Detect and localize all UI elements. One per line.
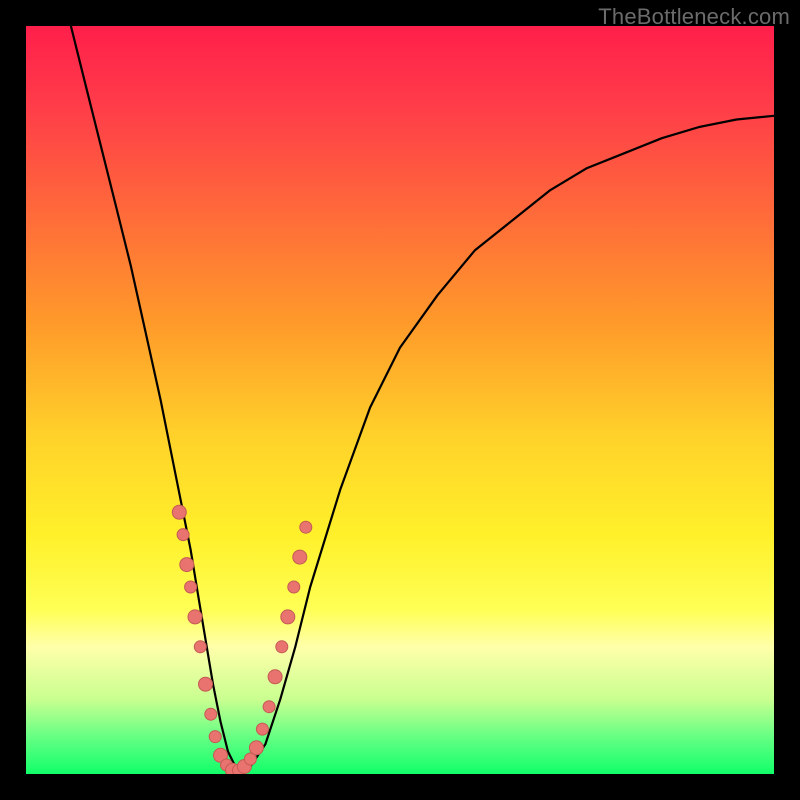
highlight-dot xyxy=(249,741,263,755)
highlight-dot xyxy=(263,701,275,713)
chart-frame xyxy=(26,26,774,774)
highlight-dot xyxy=(194,641,206,653)
highlight-dot xyxy=(172,505,186,519)
highlight-dot xyxy=(180,558,194,572)
watermark-text: TheBottleneck.com xyxy=(598,4,790,30)
highlight-dot xyxy=(281,610,295,624)
highlight-dot xyxy=(205,708,217,720)
highlight-dot xyxy=(177,529,189,541)
highlight-dot xyxy=(185,581,197,593)
highlight-dot xyxy=(209,731,221,743)
highlight-dot xyxy=(288,581,300,593)
highlight-dot xyxy=(199,677,213,691)
highlight-dot xyxy=(293,550,307,564)
highlight-dot xyxy=(300,521,312,533)
highlight-dot xyxy=(276,641,288,653)
highlight-dot xyxy=(256,723,268,735)
bottleneck-chart xyxy=(26,26,774,774)
highlight-dot xyxy=(188,610,202,624)
highlight-dot xyxy=(268,670,282,684)
